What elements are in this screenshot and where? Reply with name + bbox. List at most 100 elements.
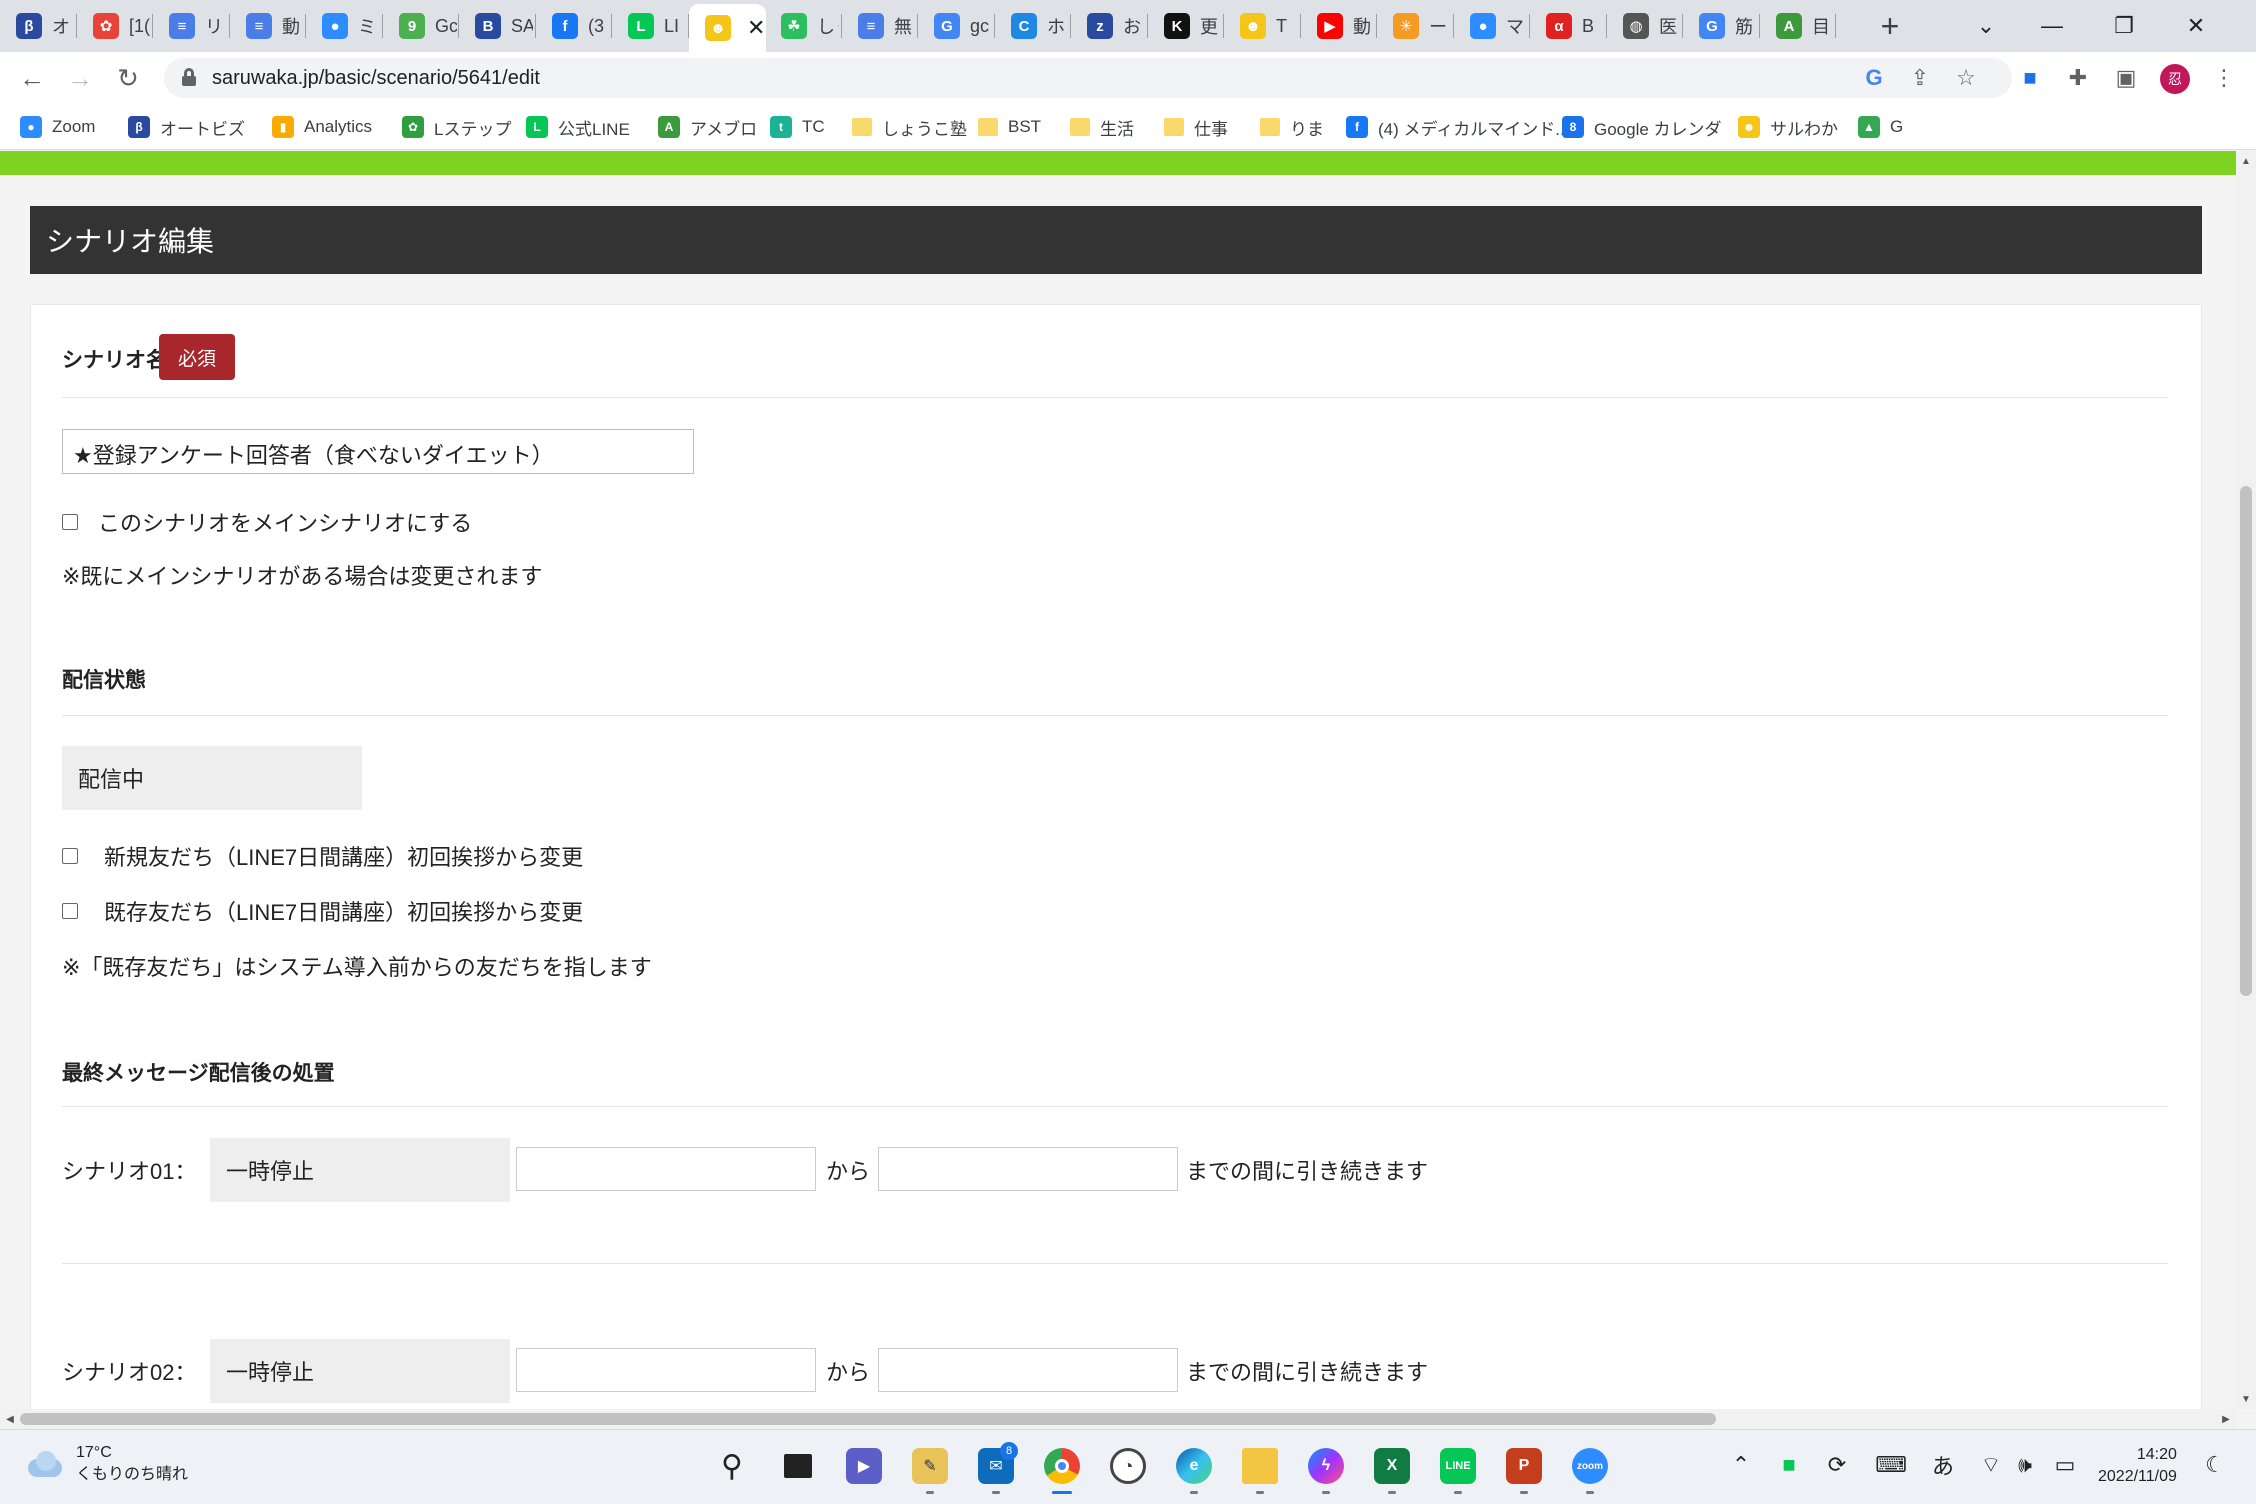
new-friends-checkbox[interactable] xyxy=(62,848,78,864)
weather-widget[interactable]: 17°C くもりのち晴れ xyxy=(26,1442,188,1486)
scenario01-from-input[interactable] xyxy=(516,1147,816,1191)
bookmark-item[interactable]: ● Zoom xyxy=(20,114,95,140)
scenario01-action-select[interactable]: 一時停止 xyxy=(210,1138,510,1202)
scenario02-action-select[interactable]: 一時停止 xyxy=(210,1339,510,1403)
sync-icon[interactable]: ⟳ xyxy=(1822,1450,1852,1480)
search-button[interactable]: ⚲ xyxy=(708,1442,756,1490)
zoom-app[interactable]: zoom xyxy=(1566,1442,1614,1494)
delivery-status-select[interactable]: 配信中 xyxy=(62,746,362,810)
tab-search-chevron-icon[interactable]: ⌄ xyxy=(1956,6,2016,46)
scroll-down-icon[interactable]: ▼ xyxy=(2236,1389,2256,1409)
extensions-puzzle-icon[interactable]: ✚ xyxy=(2060,60,2096,96)
tray-overflow-chevron-icon[interactable]: ⌃ xyxy=(1726,1450,1756,1480)
bookmark-item[interactable]: ▲ G xyxy=(1858,114,1903,140)
bookmark-item[interactable]: しょうこ塾 xyxy=(852,114,967,140)
messenger-app[interactable]: ϟ xyxy=(1302,1442,1350,1494)
bookmark-item[interactable]: りま xyxy=(1260,114,1324,140)
wifi-icon[interactable]: ⌔ xyxy=(1976,1450,2006,1480)
chrome-app[interactable] xyxy=(1038,1442,1086,1494)
edge-app[interactable]: e xyxy=(1170,1442,1218,1494)
browser-tab[interactable]: ☻ ✕ xyxy=(689,4,766,52)
horizontal-scroll-thumb[interactable] xyxy=(20,1413,1716,1425)
browser-tab[interactable]: ▶ 動 xyxy=(1301,6,1378,46)
browser-tab[interactable]: f (3 xyxy=(536,6,613,46)
browser-tab[interactable]: βオ xyxy=(0,6,77,46)
restore-icon[interactable]: ❐ xyxy=(2094,6,2154,46)
browser-tab[interactable]: Ggc xyxy=(918,6,995,46)
main-scenario-checkbox-row[interactable]: このシナリオをメインシナリオにする xyxy=(62,506,472,538)
share-icon[interactable]: ⇪ xyxy=(1904,62,1936,94)
browser-tab[interactable]: αB xyxy=(1530,6,1607,46)
main-scenario-checkbox[interactable] xyxy=(62,514,78,530)
bookmark-item[interactable]: 仕事 xyxy=(1164,114,1228,140)
url-text[interactable]: saruwaka.jp/basic/scenario/5641/edit xyxy=(212,67,540,90)
existing-friends-checkbox[interactable] xyxy=(62,903,78,919)
scroll-left-icon[interactable]: ◀ xyxy=(0,1409,20,1429)
bookmark-item[interactable]: 生活 xyxy=(1070,114,1134,140)
address-bar[interactable]: saruwaka.jp/basic/scenario/5641/edit G ⇪… xyxy=(164,58,2012,98)
browser-tab[interactable]: ● ミ xyxy=(306,6,383,46)
file-explorer-app[interactable] xyxy=(1236,1442,1284,1494)
existing-friends-checkbox-row[interactable]: 既存友だち（LINE7日間講座）初回挨拶から変更 xyxy=(62,895,583,927)
scenario01-to-input[interactable] xyxy=(878,1147,1178,1191)
bookmark-star-icon[interactable]: ☆ xyxy=(1950,62,1982,94)
scroll-right-icon[interactable]: ▶ xyxy=(2216,1409,2236,1429)
browser-tab[interactable]: Cホ xyxy=(995,6,1072,46)
scenario02-from-input[interactable] xyxy=(516,1348,816,1392)
close-window-icon[interactable]: ✕ xyxy=(2166,6,2226,46)
scenario02-to-input[interactable] xyxy=(878,1348,1178,1392)
forward-icon[interactable]: → xyxy=(62,60,98,96)
browser-tab[interactable]: ≡ リ xyxy=(153,6,230,46)
bookmark-item[interactable]: 8 Google カレンダ xyxy=(1562,114,1722,140)
taskbar-clock[interactable]: 14:20 2022/11/09 xyxy=(2098,1444,2177,1488)
profile-avatar[interactable]: 忍 xyxy=(2160,64,2190,94)
lock-icon[interactable] xyxy=(182,68,196,86)
teams-chat-button[interactable]: ▶ xyxy=(840,1442,888,1490)
browser-tab[interactable]: 9 Gc xyxy=(383,6,460,46)
minimize-icon[interactable]: — xyxy=(2022,6,2082,46)
browser-tab[interactable]: ☘ しく xyxy=(765,6,842,46)
bookmark-item[interactable]: BST xyxy=(978,114,1041,140)
browser-tab[interactable]: B SA xyxy=(459,6,536,46)
ime-indicator[interactable]: あ xyxy=(1928,1450,1958,1480)
browser-tab[interactable]: ☻ T xyxy=(1224,6,1301,46)
powerpoint-app[interactable]: P xyxy=(1500,1442,1548,1494)
browser-tab[interactable]: L LI xyxy=(612,6,689,46)
battery-icon[interactable]: ▭ xyxy=(2050,1450,2080,1480)
line-tray-icon[interactable]: ■ xyxy=(1774,1450,1804,1480)
mail-app[interactable]: ✉ 8 xyxy=(972,1442,1020,1494)
browser-tab[interactable]: ✳ ー xyxy=(1377,6,1454,46)
clock-app[interactable]: ◔ xyxy=(1104,1442,1152,1490)
browser-tab[interactable]: ● マ xyxy=(1454,6,1531,46)
browser-tab[interactable]: G筋 xyxy=(1683,6,1760,46)
extension-bookmark-icon[interactable]: ■ xyxy=(2012,60,2048,96)
notifications-moon-icon[interactable]: ☾ xyxy=(2200,1450,2230,1480)
keyboard-icon[interactable]: ⌨ xyxy=(1875,1450,1907,1480)
bookmark-item[interactable]: A アメブロ xyxy=(658,114,757,140)
start-button[interactable] xyxy=(642,1442,690,1490)
notepad-app[interactable]: ✎ xyxy=(906,1442,954,1494)
bookmark-item[interactable]: L 公式LINE xyxy=(526,114,630,140)
horizontal-scrollbar[interactable]: ◀ ▶ xyxy=(0,1409,2236,1429)
reload-icon[interactable]: ↻ xyxy=(110,60,146,96)
browser-tab[interactable]: ✿ [1( xyxy=(77,6,154,46)
new-friends-checkbox-row[interactable]: 新規友だち（LINE7日間講座）初回挨拶から変更 xyxy=(62,840,583,872)
vertical-scrollbar[interactable]: ▲ ▼ xyxy=(2236,151,2256,1409)
close-tab-icon[interactable]: ✕ xyxy=(747,15,765,41)
vertical-scroll-thumb[interactable] xyxy=(2240,486,2252,996)
browser-tab[interactable]: ≡ 動 xyxy=(230,6,307,46)
new-tab-icon[interactable]: + xyxy=(1872,8,1908,44)
scenario-name-input[interactable]: ★登録アンケート回答者（食べないダイエット） xyxy=(62,429,694,474)
bookmark-item[interactable]: ✿ Lステップ xyxy=(402,114,511,140)
browser-tab[interactable]: zお xyxy=(1071,6,1148,46)
task-view-button[interactable] xyxy=(774,1442,822,1490)
menu-kebab-icon[interactable]: ⋮ xyxy=(2206,60,2242,96)
scroll-up-icon[interactable]: ▲ xyxy=(2236,151,2256,171)
side-panel-icon[interactable]: ▣ xyxy=(2108,60,2144,96)
back-icon[interactable]: ← xyxy=(14,60,50,96)
bookmark-item[interactable]: f (4) メディカルマインド... xyxy=(1346,114,1569,140)
bookmark-item[interactable]: t TC xyxy=(770,114,825,140)
excel-app[interactable]: X xyxy=(1368,1442,1416,1494)
browser-tab[interactable]: ◍ 医 xyxy=(1607,6,1684,46)
browser-tab[interactable]: K更 xyxy=(1148,6,1225,46)
